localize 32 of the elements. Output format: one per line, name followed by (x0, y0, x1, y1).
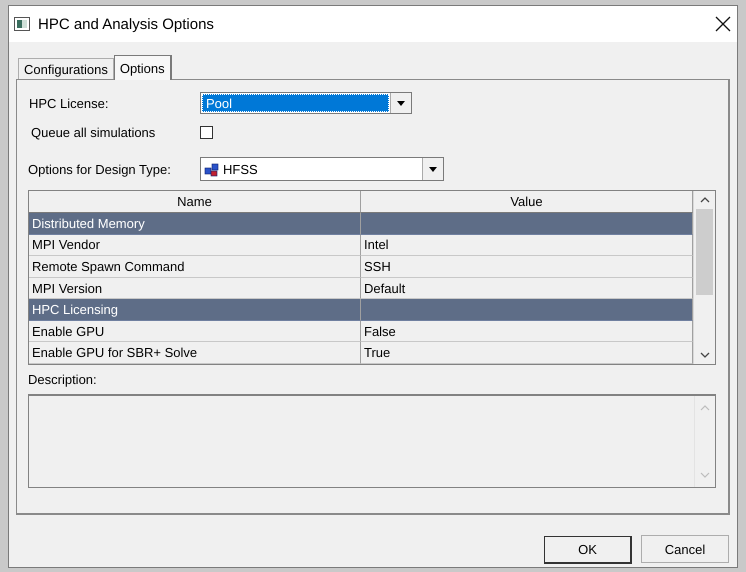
property-value-cell[interactable]: Intel (361, 234, 693, 256)
property-value-cell[interactable]: False (361, 320, 693, 342)
property-name-cell[interactable]: Remote Spawn Command (29, 256, 361, 278)
close-icon[interactable] (715, 16, 731, 32)
cubes-icon (204, 162, 219, 176)
app-icon (14, 17, 30, 31)
property-name-cell[interactable]: Enable GPU for SBR+ Solve (29, 342, 361, 364)
description-label: Description: (28, 372, 98, 387)
field-label: HPC License: (28, 96, 110, 110)
group-header-cell[interactable]: Distributed Memory (29, 213, 361, 235)
column-header[interactable]: Value (361, 191, 693, 213)
scrollbar-thumb[interactable] (696, 209, 713, 295)
checkbox-label: Queue all simulations (30, 125, 156, 140)
license-dropdown[interactable]: Pool (200, 92, 412, 114)
field-label: Options for Design Type: (28, 162, 172, 176)
scroll-down-icon[interactable] (700, 351, 710, 359)
checkbox[interactable] (200, 126, 213, 139)
tab[interactable]: Options (114, 55, 172, 80)
dialog-button[interactable]: Cancel (641, 535, 729, 563)
column-header[interactable]: Name (29, 191, 361, 213)
scroll-up-icon[interactable] (700, 196, 710, 204)
property-value-cell[interactable]: SSH (361, 256, 693, 278)
group-header-cell[interactable]: HPC Licensing (29, 299, 361, 321)
dropdown-value: HFSS (223, 162, 258, 176)
property-value-cell[interactable]: True (361, 342, 693, 364)
design-type-dropdown[interactable]: HFSS (200, 157, 444, 181)
dialog-button[interactable]: OK (544, 536, 632, 564)
property-name-cell[interactable]: Enable GPU (29, 320, 361, 342)
tab[interactable]: Configurations (18, 58, 114, 79)
property-name-cell[interactable]: MPI Vendor (29, 234, 361, 256)
window-title: HPC and Analysis Options (38, 16, 215, 32)
dropdown-value: Pool (202, 94, 389, 112)
